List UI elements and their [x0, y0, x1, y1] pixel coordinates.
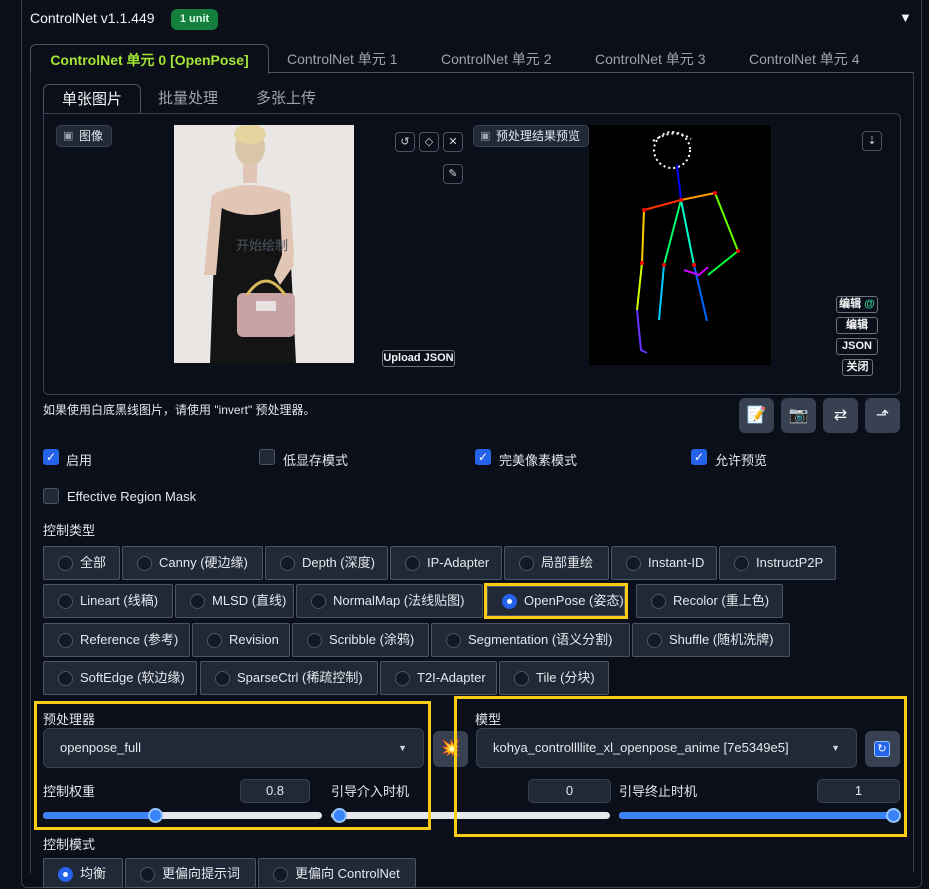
upload-json-button[interactable]: Upload JSON	[382, 350, 455, 367]
pixel-perfect-checkbox[interactable]: ✓	[475, 449, 491, 465]
tab-unit-1[interactable]: ControlNet 单元 1	[287, 44, 397, 74]
start-slider-handle[interactable]	[332, 808, 347, 823]
undo-icon[interactable]: ↺	[395, 132, 415, 152]
json-button[interactable]: JSON	[836, 338, 878, 355]
radio-softedge[interactable]: SoftEdge (软边缘)	[43, 661, 197, 695]
image-icon: ▣	[480, 130, 491, 142]
radio-canny[interactable]: Canny (硬边缘)	[122, 546, 263, 580]
radio-mlsd[interactable]: MLSD (直线)	[175, 584, 294, 618]
start-label: 引导介入时机	[331, 784, 410, 799]
unit-border-left	[30, 73, 31, 873]
subtab-multi[interactable]: 多张上传	[256, 84, 316, 114]
radio-tile[interactable]: Tile (分块)	[499, 661, 609, 695]
region-mask-label: Effective Region Mask	[67, 489, 197, 504]
model-dropdown[interactable]: kohya_controllllite_xl_openpose_anime [7…	[476, 728, 857, 768]
radio-t2i-adapter[interactable]: T2I-Adapter	[380, 661, 497, 695]
radio-revision[interactable]: Revision	[192, 623, 290, 657]
radio-scribble[interactable]: Scribble (涂鸦)	[292, 623, 429, 657]
brush-icon[interactable]: ✎	[443, 164, 463, 184]
end-slider-handle[interactable]	[886, 808, 901, 823]
preprocessor-dropdown[interactable]: openpose_full ▼	[43, 728, 424, 768]
mode-prompt[interactable]: 更偏向提示词	[125, 858, 256, 888]
tab-unit-0[interactable]: ControlNet 单元 0 [OpenPose]	[30, 44, 269, 74]
source-image[interactable]: 开始绘制	[174, 125, 354, 363]
radio-lineart[interactable]: Lineart (线稿)	[43, 584, 173, 618]
edit-button-1[interactable]: 编辑 @	[836, 296, 878, 313]
camera-icon[interactable]: 📷	[781, 398, 816, 433]
enable-checkbox[interactable]: ✓	[43, 449, 59, 465]
preview-label: ▣ 预处理结果预览	[473, 125, 590, 147]
radio-recolor[interactable]: Recolor (重上色)	[636, 584, 783, 618]
start-slider-track[interactable]	[331, 812, 610, 819]
mode-controlnet[interactable]: 更偏向 ControlNet	[258, 858, 416, 888]
mode-balanced[interactable]: 均衡	[43, 858, 123, 888]
pixel-perfect-label: 完美像素模式	[499, 453, 578, 468]
end-slider-fill	[619, 812, 893, 819]
radio-shuffle[interactable]: Shuffle (随机洗牌)	[632, 623, 790, 657]
allow-preview-checkbox[interactable]: ✓	[691, 449, 707, 465]
eraser-icon[interactable]: ◇	[419, 132, 439, 152]
collapse-icon[interactable]: ▼	[899, 10, 912, 25]
close-preview-button[interactable]: 关闭	[842, 359, 873, 376]
refresh-models-button[interactable]: ↻	[865, 731, 900, 767]
radio-all[interactable]: 全部	[43, 546, 120, 580]
tab-unit-4[interactable]: ControlNet 单元 4	[749, 44, 859, 74]
radio-openpose[interactable]: OpenPose (姿态)	[487, 586, 625, 616]
image-label: ▣ 图像	[56, 125, 113, 147]
radio-segmentation[interactable]: Segmentation (语义分割)	[431, 623, 630, 657]
new-canvas-icon[interactable]: 📝	[739, 398, 774, 433]
model-label: 模型	[475, 712, 502, 727]
image-icon: ▣	[63, 130, 74, 142]
edit-button-2[interactable]: 编辑	[836, 317, 878, 334]
tab-unit-3[interactable]: ControlNet 单元 3	[595, 44, 705, 74]
unit-badge: 1 unit	[171, 9, 218, 30]
enable-label: 启用	[66, 453, 93, 468]
end-input[interactable]: 1	[817, 779, 900, 803]
radio-reference[interactable]: Reference (参考)	[43, 623, 190, 657]
radio-depth[interactable]: Depth (深度)	[265, 546, 388, 580]
radio-ip-adapter[interactable]: IP-Adapter	[390, 546, 502, 580]
canvas-overlay-text: 开始绘制	[236, 238, 289, 253]
start-input[interactable]: 0	[528, 779, 611, 803]
close-icon[interactable]: ✕	[443, 132, 463, 152]
allow-preview-label: 允许预览	[715, 453, 768, 468]
weight-label: 控制权重	[43, 784, 96, 799]
subtab-single[interactable]: 单张图片	[43, 84, 141, 114]
tab-divider	[269, 72, 914, 73]
dropdown-caret-icon: ▼	[831, 743, 840, 753]
subtab-batch[interactable]: 批量处理	[158, 84, 218, 114]
send-dimensions-icon[interactable]: ⬏	[865, 398, 900, 433]
lowvram-checkbox[interactable]	[259, 449, 275, 465]
refresh-icon: ↻	[874, 741, 890, 757]
control-type-label: 控制类型	[43, 523, 96, 538]
image-area	[43, 113, 901, 395]
run-preprocessor-icon[interactable]: 💥	[433, 731, 468, 767]
radio-normalmap[interactable]: NormalMap (法线贴图)	[296, 584, 483, 618]
lowvram-label: 低显存模式	[283, 453, 349, 468]
panel-title: ControlNet v1.1.449	[30, 10, 155, 26]
tab-unit-2[interactable]: ControlNet 单元 2	[441, 44, 551, 74]
radio-instructp2p[interactable]: InstructP2P	[719, 546, 836, 580]
end-label: 引导终止时机	[619, 784, 698, 799]
pose-skeleton	[636, 131, 740, 354]
edit-app-icon: @	[861, 298, 875, 310]
region-mask-checkbox[interactable]	[43, 488, 59, 504]
unit-border-right	[913, 72, 914, 872]
invert-hint: 如果使用白底黑线图片，请使用 "invert" 预处理器。	[43, 403, 316, 417]
download-icon[interactable]: ⇣	[862, 131, 882, 151]
dropdown-caret-icon: ▼	[398, 743, 407, 753]
control-mode-label: 控制模式	[43, 837, 96, 852]
weight-slider-handle[interactable]	[147, 808, 163, 823]
radio-instant-id[interactable]: Instant-ID	[611, 546, 717, 580]
preprocessor-label: 预处理器	[43, 712, 96, 727]
weight-slider-fill	[43, 812, 155, 819]
weight-input[interactable]: 0.8	[240, 779, 310, 803]
radio-inpaint[interactable]: 局部重绘	[504, 546, 609, 580]
radio-sparsectrl[interactable]: SparseCtrl (稀疏控制)	[200, 661, 378, 695]
pose-preview	[589, 125, 771, 365]
swap-icon[interactable]: ⇄	[823, 398, 858, 433]
